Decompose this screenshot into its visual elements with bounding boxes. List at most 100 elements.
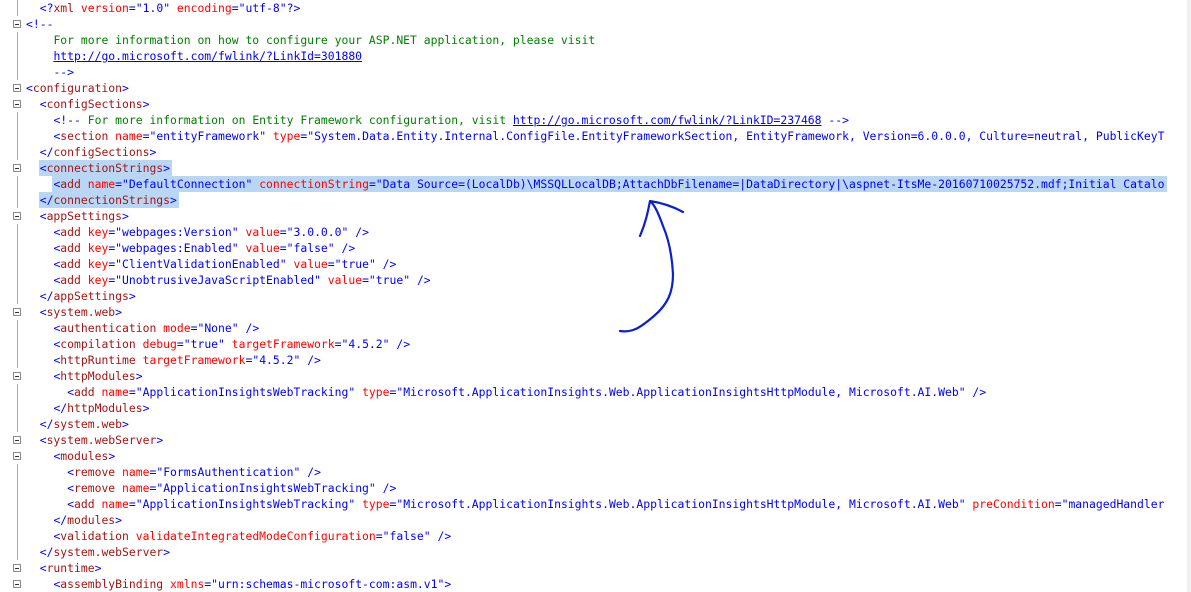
code-line[interactable]: <add name="DefaultConnection" connection… <box>0 176 1191 192</box>
collapse-toggle-icon[interactable] <box>13 84 21 92</box>
collapse-toggle-icon[interactable] <box>13 372 21 380</box>
code-line[interactable]: <configSections> <box>0 96 1191 112</box>
code-line[interactable]: <!-- <box>0 16 1191 32</box>
code-line[interactable]: </modules> <box>0 512 1191 528</box>
token-value: entityFramework <box>156 129 260 143</box>
code-line[interactable]: <authentication mode="None" /> <box>0 320 1191 336</box>
code-line[interactable]: http://go.microsoft.com/fwlink/?LinkId=3… <box>0 48 1191 64</box>
code-line[interactable]: <configuration> <box>0 80 1191 96</box>
code-line[interactable]: <add key="ClientValidationEnabled" value… <box>0 256 1191 272</box>
code-line[interactable]: <compilation debug="true" targetFramewor… <box>0 336 1191 352</box>
token-tag: connectionStrings <box>53 193 171 207</box>
token-value: 3.0.0.0 <box>293 225 342 239</box>
code-text: <add key="UnobtrusiveJavaScriptEnabled" … <box>53 272 430 288</box>
code-line[interactable]: <httpRuntime targetFramework="4.5.2" /> <box>0 352 1191 368</box>
code-line[interactable]: <system.webServer> <box>0 432 1191 448</box>
code-line[interactable]: <?xml version="1.0" encoding="utf-8"?> <box>0 0 1191 16</box>
code-line[interactable]: <runtime> <box>0 560 1191 576</box>
xml-code-editor[interactable]: <?xml version="1.0" encoding="utf-8"?> <!… <box>0 0 1191 592</box>
token-value: true <box>375 273 404 287</box>
code-line[interactable]: <add key="UnobtrusiveJavaScriptEnabled" … <box>0 272 1191 288</box>
code-line[interactable]: <assemblyBinding xmlns="urn:schemas-micr… <box>0 576 1191 592</box>
token-punct: "?> <box>279 1 301 15</box>
code-line[interactable]: <httpModules> <box>0 368 1191 384</box>
code-line[interactable]: </system.webServer> <box>0 544 1191 560</box>
token-value: ApplicationInsightsWebTracking <box>163 481 369 495</box>
token-value: ApplicationInsightsWebTracking <box>142 385 349 399</box>
token-punct: " /> <box>423 529 452 543</box>
collapse-toggle-icon[interactable] <box>13 100 21 108</box>
token-punct: =" <box>108 273 123 287</box>
code-line[interactable]: <add key="webpages:Enabled" value="false… <box>0 240 1191 256</box>
code-text: <add name="DefaultConnection" connection… <box>53 176 1164 192</box>
collapse-toggle-icon[interactable] <box>13 164 21 172</box>
code-text: <assemblyBinding xmlns="urn:schemas-micr… <box>53 576 451 592</box>
code-line[interactable]: <add name="ApplicationInsightsWebTrackin… <box>0 384 1191 400</box>
collapse-toggle-icon[interactable] <box>13 212 21 220</box>
token-tag: add <box>74 497 95 511</box>
code-line[interactable]: --> <box>0 64 1191 80</box>
token-punct: > <box>163 161 171 175</box>
token-attr: type <box>362 385 390 399</box>
token-comment: For more information on Entity Framework… <box>80 113 513 127</box>
code-line[interactable]: For more information on how to configure… <box>0 32 1191 48</box>
token-value: None <box>204 321 232 335</box>
code-line[interactable]: </appSettings> <box>0 288 1191 304</box>
token-attr: debug <box>142 337 177 351</box>
token-punct: =" <box>368 177 383 191</box>
collapse-toggle-icon[interactable] <box>13 20 21 28</box>
collapse-toggle-icon[interactable] <box>13 580 21 588</box>
token-value: 4.5.2 <box>259 353 294 367</box>
code-text: <!-- <box>26 16 53 32</box>
token-value: 1.0 <box>142 1 164 15</box>
code-line[interactable]: <remove name="ApplicationInsightsWebTrac… <box>0 480 1191 496</box>
token-attr: name <box>101 497 129 511</box>
token-link[interactable]: http://go.microsoft.com/fwlink/?LinkId=3… <box>53 49 362 63</box>
token-tag: modules <box>67 513 116 527</box>
code-line[interactable]: <appSettings> <box>0 208 1191 224</box>
token-punct: =" <box>279 241 294 255</box>
code-line[interactable]: <add name="ApplicationInsightsWebTrackin… <box>0 496 1191 512</box>
fold-guide-line <box>17 464 18 480</box>
token-punct: =" <box>108 257 123 271</box>
token-punct: </ <box>39 193 54 207</box>
code-line[interactable]: <connectionStrings> <box>0 160 1191 176</box>
code-lines[interactable]: <?xml version="1.0" encoding="utf-8"?> <!… <box>0 0 1191 592</box>
collapse-toggle-icon[interactable] <box>13 308 21 316</box>
code-text: <configuration> <box>26 80 129 96</box>
fold-guide-line <box>17 192 18 208</box>
code-line[interactable]: </httpModules> <box>0 400 1191 416</box>
code-line[interactable]: <!-- For more information on Entity Fram… <box>0 112 1191 128</box>
token-punct: =" <box>279 225 294 239</box>
code-text: For more information on how to configure… <box>53 32 595 48</box>
token-punct: > <box>122 417 129 431</box>
code-text: <add name="ApplicationInsightsWebTrackin… <box>67 496 1164 512</box>
fold-guide-line <box>17 128 18 144</box>
code-line[interactable]: <section name="entityFramework" type="Sy… <box>0 128 1191 144</box>
token-punct: =" <box>245 353 260 367</box>
code-line[interactable]: </connectionStrings> <box>0 192 1191 208</box>
token-punct: > <box>94 561 102 575</box>
token-tag: add <box>60 177 81 191</box>
code-line[interactable]: <system.web> <box>0 304 1191 320</box>
code-line[interactable]: <remove name="FormsAuthentication" /> <box>0 464 1191 480</box>
token-punct: < <box>67 465 75 479</box>
token-punct: <!-- <box>26 17 54 31</box>
collapse-toggle-icon[interactable] <box>13 452 21 460</box>
collapse-toggle-icon[interactable] <box>13 436 21 444</box>
token-attr: key <box>87 257 109 271</box>
code-line[interactable]: <add key="webpages:Version" value="3.0.0… <box>0 224 1191 240</box>
code-text: <add key="webpages:Enabled" value="false… <box>53 240 355 256</box>
token-punct: < <box>39 97 47 111</box>
code-line[interactable]: <validation validateIntegratedModeConfig… <box>0 528 1191 544</box>
code-line[interactable]: <modules> <box>0 448 1191 464</box>
code-line[interactable]: </configSections> <box>0 144 1191 160</box>
token-link[interactable]: http://go.microsoft.com/fwlink/?LinkID=2… <box>513 113 822 127</box>
collapse-toggle-icon[interactable] <box>13 564 21 572</box>
code-line[interactable]: </system.web> <box>0 416 1191 432</box>
